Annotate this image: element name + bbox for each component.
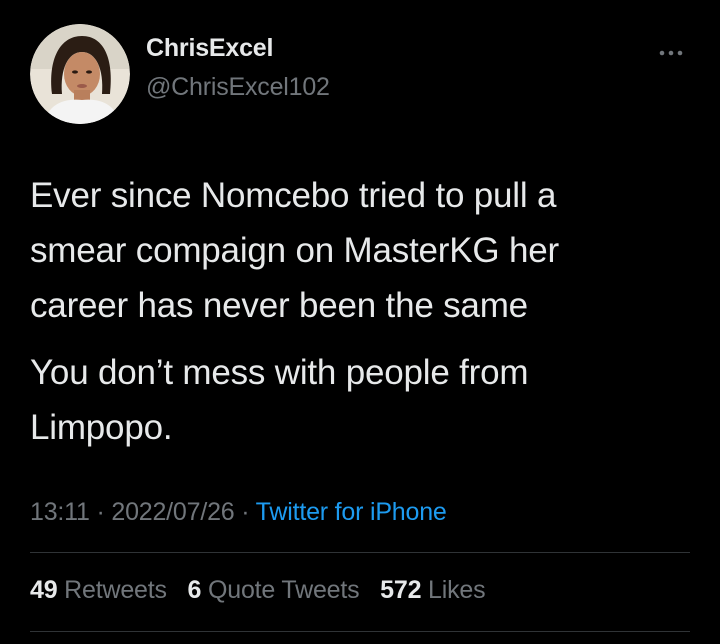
divider	[30, 552, 690, 553]
likes-stat[interactable]: 572 Likes	[380, 576, 485, 605]
likes-label: Likes	[428, 576, 486, 604]
more-horizontal-icon	[659, 50, 683, 56]
author-handle[interactable]: @ChrisExcel102	[146, 75, 330, 100]
author-info: ChrisExcel @ChrisExcel102	[146, 36, 330, 100]
avatar[interactable]	[30, 24, 130, 124]
retweets-count: 49	[30, 576, 58, 604]
quote-tweets-label: Quote Tweets	[208, 576, 360, 604]
divider	[30, 631, 690, 632]
meta-separator: ·	[241, 498, 250, 526]
more-options-icon[interactable]	[654, 44, 688, 62]
retweets-label: Retweets	[64, 576, 167, 604]
engagement-stats: 49 Retweets 6 Quote Tweets 572 Likes	[30, 576, 499, 605]
retweets-stat[interactable]: 49 Retweets	[30, 576, 167, 605]
quote-tweets-stat[interactable]: 6 Quote Tweets	[188, 576, 360, 605]
tweet-text: Ever since Nomcebo tried to pull a smear…	[30, 168, 690, 455]
tweet-date[interactable]: 2022/07/26	[111, 498, 234, 526]
avatar-photo	[30, 24, 130, 124]
likes-count: 572	[380, 576, 422, 604]
meta-separator: ·	[96, 498, 105, 526]
tweet-source-link[interactable]: Twitter for iPhone	[256, 498, 447, 526]
author-display-name[interactable]: ChrisExcel	[146, 36, 330, 61]
tweet-time[interactable]: 13:11	[30, 498, 90, 526]
tweet-paragraph: Ever since Nomcebo tried to pull a smear…	[30, 176, 559, 325]
tweet-paragraph: You don’t mess with people from Limpopo.	[30, 353, 529, 447]
quote-tweets-count: 6	[187, 576, 202, 604]
tweet-metadata: 13:11 · 2022/07/26 · Twitter for iPhone	[30, 498, 447, 527]
tweet-detail: ChrisExcel @ChrisExcel102 Ever since Nom…	[0, 0, 720, 644]
